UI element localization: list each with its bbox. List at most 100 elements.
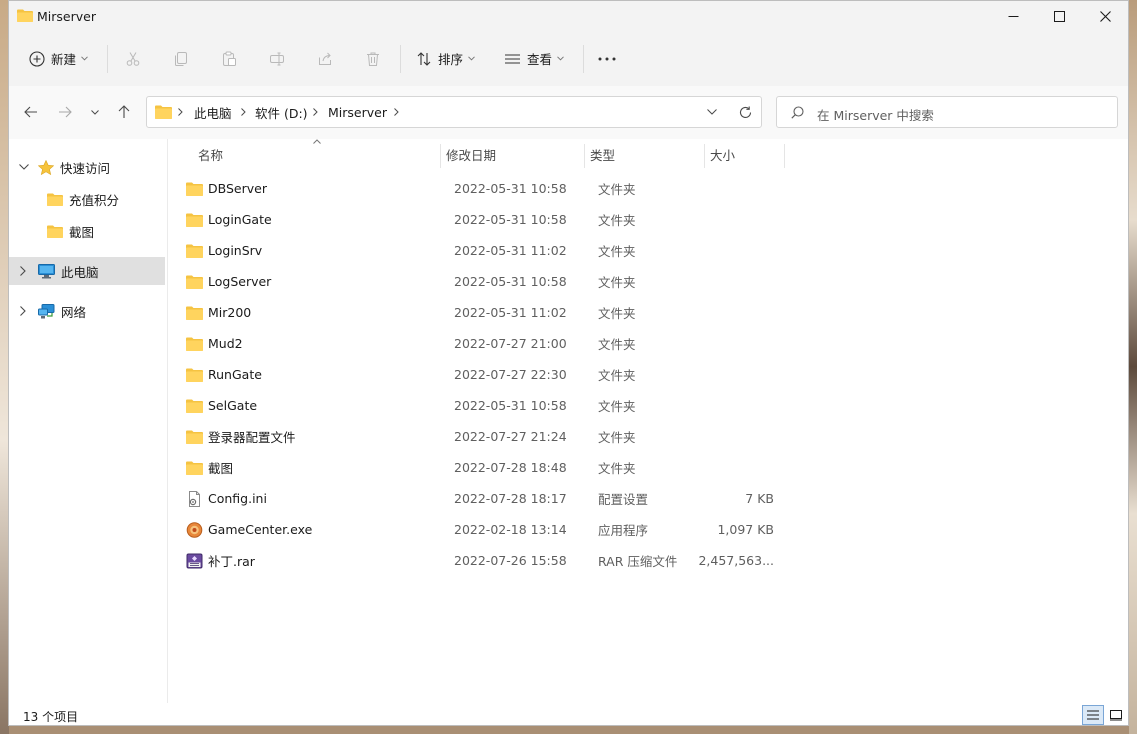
- file-row[interactable]: Mud2 2022-07-27 21:00 文件夹: [180, 328, 790, 359]
- refresh-icon: [739, 106, 752, 118]
- large-icons-view-button[interactable]: [1105, 705, 1127, 725]
- file-row[interactable]: DBServer 2022-05-31 10:58 文件夹: [180, 173, 790, 204]
- close-button[interactable]: [1082, 1, 1128, 31]
- column-divider[interactable]: [584, 144, 585, 168]
- column-divider[interactable]: [784, 144, 785, 168]
- file-name-cell: LogServer: [186, 266, 271, 297]
- computer-icon: [38, 263, 55, 278]
- more-options-button[interactable]: [598, 31, 616, 86]
- file-size: 2,457,563...: [698, 553, 774, 568]
- chevron-right-icon: [241, 108, 246, 116]
- view-label: 查看: [527, 52, 553, 67]
- paste-button[interactable]: [221, 31, 237, 86]
- file-name-cell: 截图: [186, 452, 233, 483]
- file-date: 2022-07-27 21:00: [454, 336, 567, 351]
- file-type: 文件夹: [598, 213, 636, 228]
- chevron-right-icon[interactable]: [20, 306, 26, 316]
- delete-button[interactable]: [365, 31, 381, 86]
- breadcrumb-mirserver[interactable]: Mirserver: [328, 97, 387, 127]
- chevron-right-icon[interactable]: [20, 266, 26, 276]
- column-header-size[interactable]: 大小: [710, 139, 780, 169]
- maximize-button[interactable]: [1036, 1, 1082, 31]
- file-type: 文件夹: [598, 244, 636, 259]
- toolbar-divider: [583, 45, 584, 73]
- breadcrumb-separator[interactable]: [178, 97, 183, 127]
- sidebar-item-label: 此电脑: [61, 264, 99, 280]
- breadcrumb-drive-d[interactable]: 软件 (D:): [255, 97, 308, 127]
- details-view-button[interactable]: [1082, 705, 1104, 725]
- folder-icon: [186, 399, 203, 413]
- breadcrumb-separator[interactable]: [313, 97, 318, 127]
- file-name-cell: GameCenter.exe: [186, 514, 312, 545]
- file-row[interactable]: GameCenter.exe 2022-02-18 13:14 应用程序 1,097 …: [180, 514, 790, 545]
- up-button[interactable]: [112, 98, 136, 126]
- address-bar[interactable]: 此电脑 软件 (D:) Mirserver: [146, 96, 762, 128]
- recent-locations-button[interactable]: [87, 98, 103, 126]
- copy-button[interactable]: [173, 31, 189, 86]
- paste-icon: [223, 51, 236, 66]
- large-icons-view-icon: [1110, 710, 1122, 721]
- toolbar-divider: [107, 45, 108, 73]
- file-name-cell: Config.ini: [186, 483, 267, 514]
- command-bar: 新建 排序 查看: [9, 31, 1128, 87]
- file-name-cell: LoginGate: [186, 204, 272, 235]
- file-row[interactable]: LoginSrv 2022-05-31 11:02 文件夹: [180, 235, 790, 266]
- chevron-down-icon[interactable]: [19, 164, 29, 170]
- column-header-label: 大小: [710, 147, 736, 163]
- forward-button[interactable]: [53, 98, 77, 126]
- sidebar-item-this-pc[interactable]: 此电脑: [9, 257, 165, 285]
- file-row[interactable]: 截图 2022-07-28 18:48 文件夹: [180, 452, 790, 483]
- chevron-down-icon: [91, 109, 99, 115]
- column-header-date[interactable]: 修改日期: [446, 139, 576, 169]
- sidebar-item-network[interactable]: 网络: [9, 297, 165, 325]
- rename-button[interactable]: [269, 31, 285, 86]
- file-row[interactable]: LogServer 2022-05-31 10:58 文件夹: [180, 266, 790, 297]
- column-divider[interactable]: [704, 144, 705, 168]
- title-bar[interactable]: Mirserver: [9, 1, 1128, 31]
- file-type: 文件夹: [598, 368, 636, 383]
- folder-icon: [47, 225, 63, 238]
- address-history-button[interactable]: [707, 97, 717, 127]
- chevron-down-icon: [707, 109, 717, 115]
- file-row[interactable]: 登录器配置文件 2022-07-27 21:24 文件夹: [180, 421, 790, 452]
- file-row[interactable]: 补丁.rar 2022-07-26 15:58 RAR 压缩文件 2,457,563.…: [180, 545, 790, 576]
- new-label: 新建: [51, 52, 77, 67]
- view-button[interactable]: 查看: [504, 31, 564, 86]
- back-button[interactable]: [19, 98, 43, 126]
- column-divider[interactable]: [440, 144, 441, 168]
- file-row[interactable]: Config.ini 2022-07-28 18:17 配置设置 7 KB: [180, 483, 790, 514]
- file-row[interactable]: SelGate 2022-05-31 10:58 文件夹: [180, 390, 790, 421]
- file-name: Mir200: [208, 305, 252, 320]
- search-box[interactable]: 在 Mirserver 中搜索: [776, 96, 1118, 128]
- column-header-name[interactable]: 名称: [198, 139, 438, 169]
- sidebar-item-screenshots[interactable]: 截图: [9, 217, 165, 245]
- file-date: 2022-02-18 13:14: [454, 522, 567, 537]
- maximize-icon: [1053, 10, 1065, 22]
- search-input[interactable]: 在 Mirserver 中搜索: [817, 105, 934, 124]
- file-type: RAR 压缩文件: [598, 554, 678, 569]
- file-date: 2022-05-31 10:58: [454, 398, 567, 413]
- breadcrumb-this-pc[interactable]: 此电脑: [194, 97, 232, 127]
- share-button[interactable]: [317, 31, 333, 86]
- cut-button[interactable]: [125, 31, 141, 86]
- sidebar-item-recharge-points[interactable]: 充值积分: [9, 185, 165, 213]
- sidebar-item-quick-access[interactable]: 快速访问: [9, 153, 165, 181]
- column-header-type[interactable]: 类型: [590, 139, 700, 169]
- file-name: LoginSrv: [208, 243, 263, 258]
- sort-button[interactable]: 排序: [416, 31, 475, 86]
- file-row[interactable]: Mir200 2022-05-31 11:02 文件夹: [180, 297, 790, 328]
- file-row[interactable]: RunGate 2022-07-27 22:30 文件夹: [180, 359, 790, 390]
- chevron-down-icon: [557, 56, 564, 61]
- new-button[interactable]: 新建: [29, 31, 88, 86]
- minimize-button[interactable]: [990, 1, 1036, 31]
- refresh-button[interactable]: [739, 97, 752, 127]
- file-date: 2022-07-27 22:30: [454, 367, 567, 382]
- chevron-right-icon: [178, 108, 183, 116]
- breadcrumb-separator[interactable]: [394, 97, 399, 127]
- file-type: 配置设置: [598, 492, 649, 507]
- file-type: 文件夹: [598, 275, 636, 290]
- file-row[interactable]: LoginGate 2022-05-31 10:58 文件夹: [180, 204, 790, 235]
- file-list: 名称 修改日期 类型 大小 DBServer 2022-05-31 10:58 文件…: [167, 139, 1128, 707]
- breadcrumb-separator[interactable]: [241, 97, 246, 127]
- ini-file-icon: [186, 490, 203, 507]
